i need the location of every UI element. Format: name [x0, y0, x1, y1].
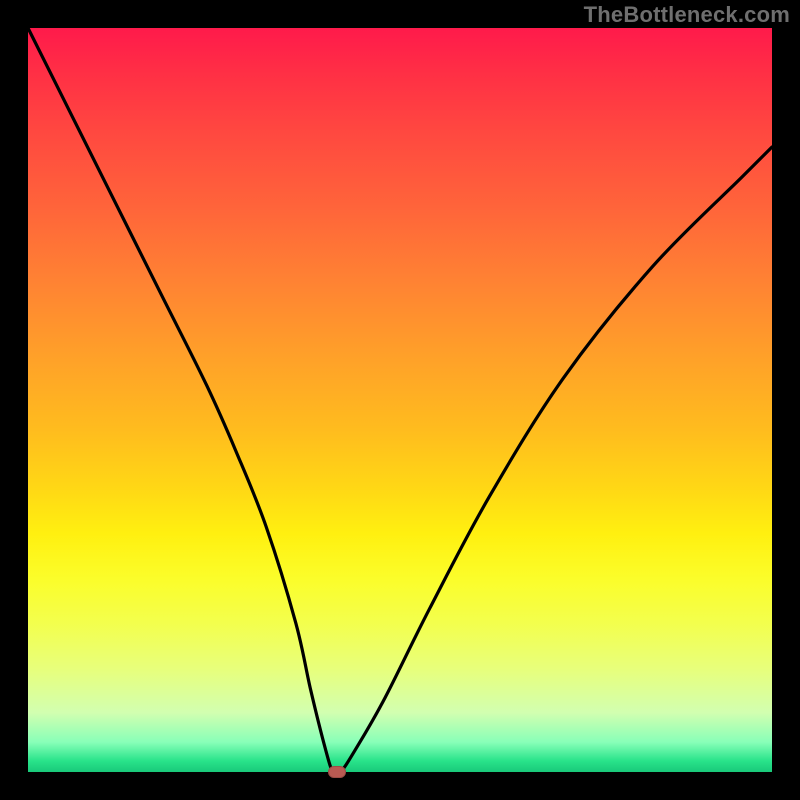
plot-area	[28, 28, 772, 772]
optimum-marker	[328, 766, 346, 778]
bottleneck-curve	[28, 28, 772, 772]
curve-path	[28, 28, 772, 775]
watermark-text: TheBottleneck.com	[584, 2, 790, 28]
chart-frame: TheBottleneck.com	[0, 0, 800, 800]
